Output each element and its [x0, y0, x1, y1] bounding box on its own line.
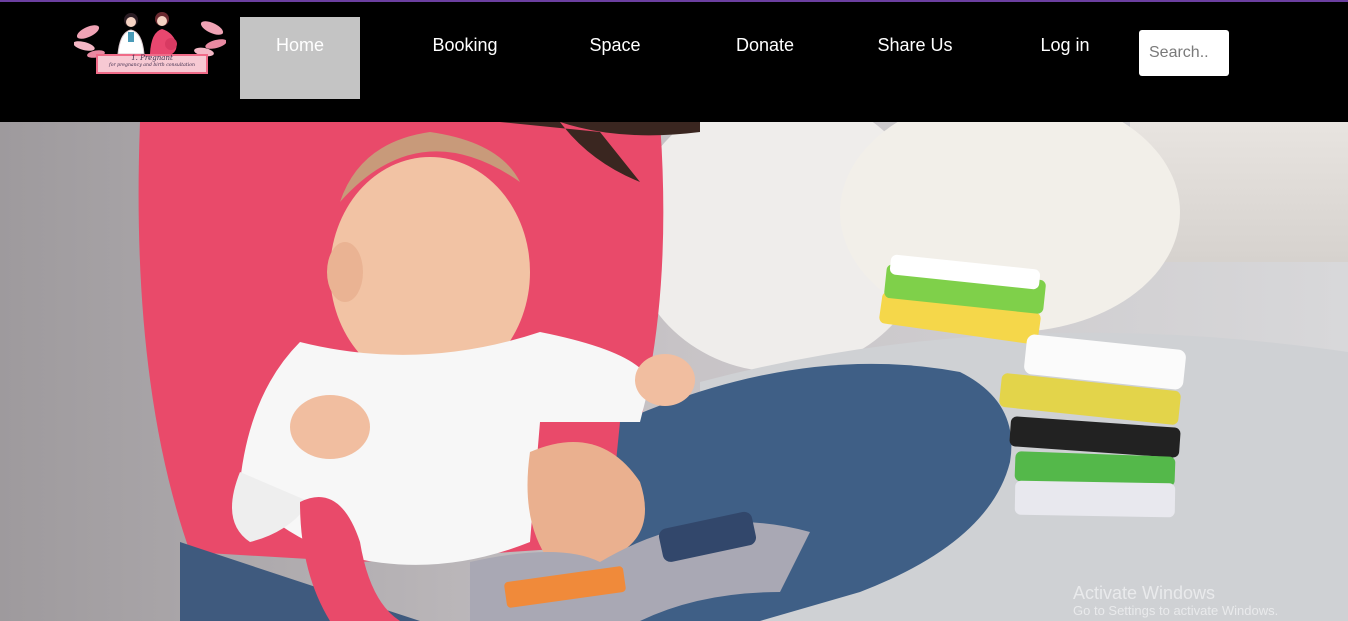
watermark-subtitle: Go to Settings to activate Windows.	[1073, 602, 1279, 618]
nav-share-us[interactable]: Share Us	[840, 17, 990, 99]
watermark-title: Activate Windows	[1073, 583, 1216, 603]
logo-tagline: for pregnancy and birth consultation	[109, 63, 195, 68]
activate-windows-watermark: Activate Windows Go to Settings to activ…	[1073, 583, 1333, 619]
site-header: 1. Pregnant for pregnancy and birth cons…	[0, 2, 1348, 122]
site-logo[interactable]: 1. Pregnant for pregnancy and birth cons…	[73, 8, 227, 80]
hero-photo-illustration	[0, 122, 1348, 621]
nav-home[interactable]: Home	[240, 17, 360, 99]
nav-log-in[interactable]: Log in	[990, 17, 1140, 99]
logo-title: 1. Pregnant	[131, 54, 173, 62]
main-nav: Home Booking Space Donate Share Us Log i…	[240, 17, 1140, 99]
nav-donate[interactable]: Donate	[690, 17, 840, 99]
logo-caption: 1. Pregnant for pregnancy and birth cons…	[96, 54, 208, 74]
search-input[interactable]	[1139, 30, 1229, 76]
hero-image: Activate Windows Go to Settings to activ…	[0, 122, 1348, 621]
nav-space[interactable]: Space	[540, 17, 690, 99]
nav-booking[interactable]: Booking	[390, 17, 540, 99]
